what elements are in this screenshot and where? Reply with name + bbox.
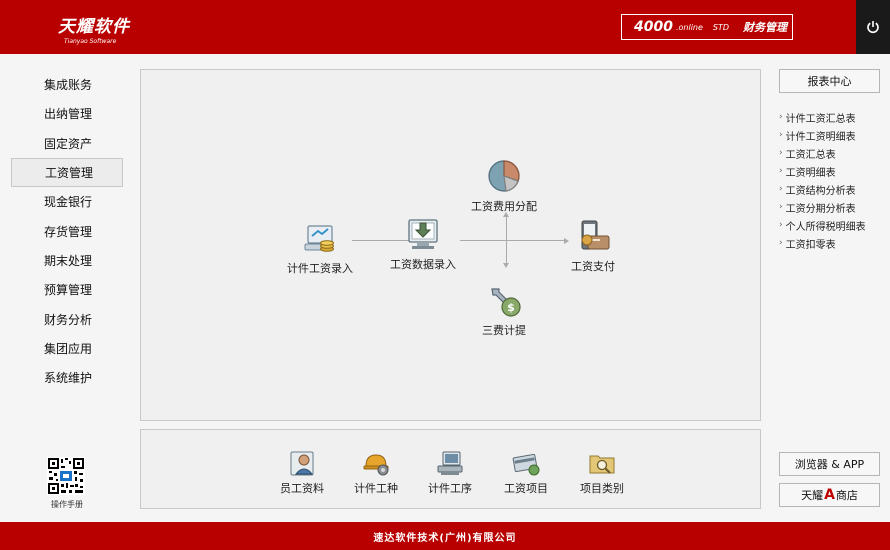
base-item-category-label: 项目类别: [580, 482, 624, 495]
report-label: 工资分期分析表: [785, 203, 856, 215]
worker-helmet-icon: [363, 454, 389, 476]
report-piece-wage-summary[interactable]: › 计件工资汇总表: [779, 108, 889, 126]
sidebar-nav: 集成账务 出纳管理 固定资产 工资管理 现金银行 存货管理 期末处理 预算管理 …: [11, 70, 123, 392]
process-computer-icon: [437, 451, 463, 475]
flow-wage-data-entry[interactable]: 工资数据录入: [378, 214, 468, 272]
report-piece-wage-detail[interactable]: › 计件工资明细表: [779, 126, 889, 144]
product-edition: STD: [712, 22, 730, 32]
chevron-right-icon: ›: [779, 220, 783, 230]
flow-wage-cost-allocation[interactable]: 工资费用分配: [459, 156, 549, 214]
chevron-right-icon: ›: [779, 238, 783, 248]
report-wage-structure-analysis[interactable]: › 工资结构分析表: [779, 180, 889, 198]
base-piece-work-type[interactable]: 计件工种: [341, 448, 411, 496]
sidebar-item-integrated-accounting[interactable]: 集成账务: [11, 70, 123, 99]
sidebar-item-cashier[interactable]: 出纳管理: [11, 99, 123, 128]
piece-wage-entry-icon: [304, 225, 334, 252]
chevron-right-icon: ›: [779, 184, 783, 194]
flow-three-fees-accrual-label: 三费计提: [482, 324, 526, 337]
report-list: › 计件工资汇总表 › 计件工资明细表 › 工资汇总表 › 工资明细表 › 工资结构分析表…: [779, 108, 889, 252]
logo: 天耀软件 Tianyao Software: [58, 12, 130, 45]
flow-three-fees-accrual[interactable]: $ 三费计提: [459, 280, 549, 338]
base-wage-items-label: 工资项目: [504, 482, 548, 495]
product-name: 财务管理: [743, 21, 788, 34]
sidebar-item-fixed-assets[interactable]: 固定资产: [11, 129, 123, 158]
product-online: .online: [675, 22, 703, 32]
base-data-panel: 员工资料 计件工种 计件工序 工资项目 项目类别: [140, 429, 761, 509]
flow-wage-data-entry-label: 工资数据录入: [390, 258, 456, 271]
sidebar-item-group-apps[interactable]: 集团应用: [11, 334, 123, 363]
report-wage-summary[interactable]: › 工资汇总表: [779, 144, 889, 162]
store-suffix: 商店: [835, 489, 858, 502]
pie-chart-icon: [488, 160, 520, 192]
flow-wage-payment[interactable]: 工资支付: [548, 216, 638, 274]
logo-cn-text: 天耀软件: [58, 17, 130, 37]
sidebar-item-cash-bank[interactable]: 现金银行: [11, 187, 123, 216]
base-employee-info[interactable]: 员工资料: [267, 448, 337, 496]
store-logo-mark: A: [824, 487, 835, 503]
report-label: 工资明细表: [785, 167, 836, 179]
connector-arrow: [503, 263, 509, 268]
report-wage-detail[interactable]: › 工资明细表: [779, 162, 889, 180]
flow-piece-wage-entry-label: 计件工资录入: [287, 262, 353, 275]
report-label: 工资扣零表: [785, 239, 836, 251]
report-center-button[interactable]: 报表中心: [779, 69, 880, 93]
report-label: 计件工资汇总表: [785, 113, 856, 125]
sidebar-item-payroll[interactable]: 工资管理: [11, 157, 123, 188]
flow-wage-cost-allocation-label: 工资费用分配: [471, 200, 537, 213]
footer: 速达软件技术(广州)有限公司: [0, 522, 890, 550]
folder-search-icon: [589, 455, 615, 474]
qr-code-icon[interactable]: [47, 457, 85, 495]
svg-text:$: $: [507, 301, 515, 314]
store-button[interactable]: 天耀 A 商店: [779, 483, 880, 507]
base-piece-work-type-label: 计件工种: [354, 482, 398, 495]
browser-app-button[interactable]: 浏览器 & APP: [779, 452, 880, 476]
sidebar-item-budget[interactable]: 预算管理: [11, 275, 123, 304]
sidebar-item-inventory[interactable]: 存货管理: [11, 216, 123, 245]
chevron-right-icon: ›: [779, 130, 783, 140]
base-item-category[interactable]: 项目类别: [567, 448, 637, 496]
chevron-right-icon: ›: [779, 112, 783, 122]
power-icon: [867, 21, 879, 34]
report-label: 个人所得税明细表: [785, 221, 866, 233]
sidebar-item-system-maintenance[interactable]: 系统维护: [11, 363, 123, 392]
wrench-coin-icon: $: [491, 288, 521, 317]
flow-piece-wage-entry[interactable]: 计件工资录入: [275, 218, 365, 276]
qr-label: 操作手册: [51, 500, 83, 509]
connector-line: [506, 216, 507, 264]
report-wage-period-analysis[interactable]: › 工资分期分析表: [779, 198, 889, 216]
report-label: 计件工资明细表: [785, 131, 856, 143]
employee-icon: [290, 451, 314, 476]
power-button[interactable]: [856, 0, 890, 54]
chevron-right-icon: ›: [779, 148, 783, 158]
sidebar-item-period-end[interactable]: 期末处理: [11, 246, 123, 275]
salary-card-icon: [512, 453, 540, 476]
product-number: 4000: [634, 19, 673, 35]
wage-payment-icon: [581, 220, 610, 250]
flow-wage-payment-label: 工资支付: [571, 260, 615, 273]
top-header: 天耀软件 Tianyao Software 4000 .online STD 财…: [0, 0, 890, 54]
base-piece-work-process-label: 计件工序: [428, 482, 472, 495]
report-label: 工资汇总表: [785, 149, 836, 161]
report-income-tax-detail[interactable]: › 个人所得税明细表: [779, 216, 889, 234]
footer-company: 速达软件技术(广州)有限公司: [373, 532, 517, 544]
report-wage-rounding[interactable]: › 工资扣零表: [779, 234, 889, 252]
chevron-right-icon: ›: [779, 166, 783, 176]
base-piece-work-process[interactable]: 计件工序: [415, 448, 485, 496]
sidebar-item-financial-analysis[interactable]: 财务分析: [11, 304, 123, 333]
wage-data-entry-icon: [408, 219, 438, 249]
store-prefix: 天耀: [801, 489, 824, 502]
base-employee-info-label: 员工资料: [280, 482, 324, 495]
logo-en-text: Tianyao Software: [64, 38, 117, 45]
product-badge: 4000 .online STD 财务管理: [621, 14, 793, 40]
flow-panel: 计件工资录入 工资数据录入 工资费用分配 $ 三费计提 工资支付: [140, 69, 761, 421]
base-wage-items[interactable]: 工资项目: [491, 448, 561, 496]
report-label: 工资结构分析表: [785, 185, 856, 197]
chevron-right-icon: ›: [779, 202, 783, 212]
